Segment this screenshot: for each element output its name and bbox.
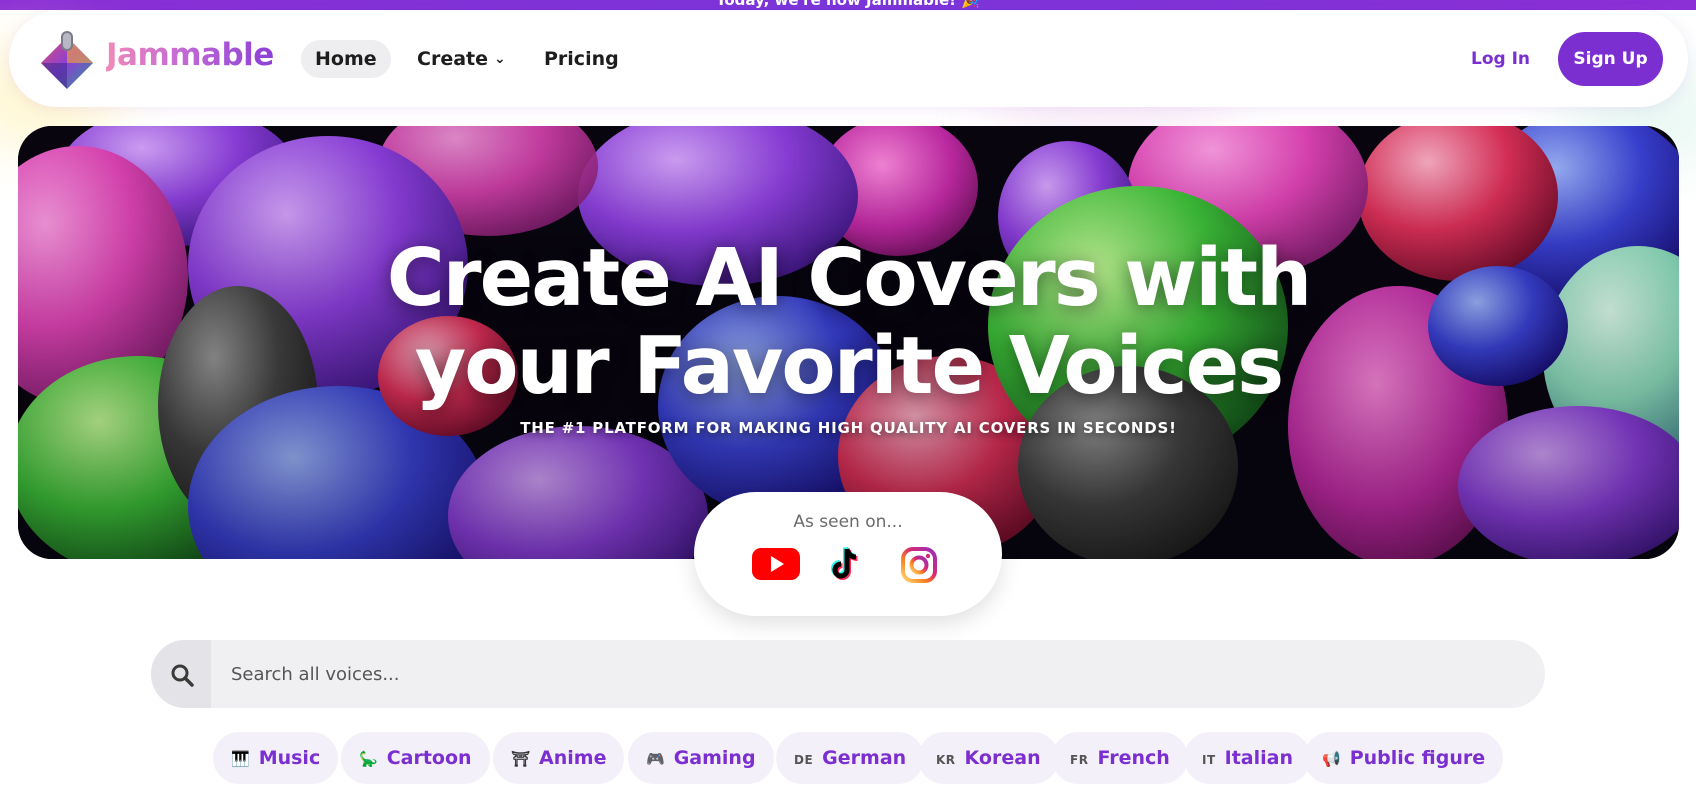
megaphone-icon: 📢 bbox=[1322, 750, 1341, 768]
hero-title: Create AI Covers with your Favorite Voic… bbox=[18, 234, 1679, 410]
hero-title-line2: your Favorite Voices bbox=[414, 320, 1284, 412]
chip-label: Korean bbox=[964, 747, 1041, 769]
chip-label: Public figure bbox=[1349, 747, 1486, 769]
as-seen-on-card: As seen on... bbox=[694, 492, 1002, 616]
chip-label: French bbox=[1097, 747, 1170, 769]
as-seen-on-label: As seen on... bbox=[793, 512, 903, 532]
nav-create-label: Create bbox=[417, 48, 488, 70]
chip-label: Anime bbox=[539, 747, 607, 769]
search-icon[interactable] bbox=[151, 640, 211, 708]
gamepad-icon: 🎮 bbox=[646, 750, 665, 768]
announcement-text: Today, we're now Jammable! 🎉 bbox=[716, 0, 980, 9]
chip-gaming[interactable]: 🎮 Gaming bbox=[628, 732, 774, 784]
chip-anime[interactable]: ⛩ Anime bbox=[493, 732, 625, 784]
chip-label: Gaming bbox=[673, 747, 756, 769]
chip-label: Music bbox=[258, 747, 321, 769]
flag-kr-icon: KR bbox=[936, 753, 956, 767]
piano-icon: 🎹 bbox=[231, 750, 250, 768]
chip-french[interactable]: FR French bbox=[1052, 732, 1188, 784]
flag-fr-icon: FR bbox=[1070, 753, 1089, 767]
chip-label: German bbox=[822, 747, 907, 769]
nav-home-label: Home bbox=[315, 48, 377, 70]
torii-gate-icon: ⛩ bbox=[511, 750, 531, 768]
nav-pricing-link[interactable]: Pricing bbox=[530, 40, 633, 78]
jammable-logo-icon[interactable] bbox=[35, 29, 99, 93]
flag-it-icon: IT bbox=[1202, 753, 1216, 767]
dinosaur-icon: 🦕 bbox=[359, 750, 378, 768]
login-link[interactable]: Log In bbox=[1471, 40, 1530, 78]
brand-name[interactable]: Jammable bbox=[106, 37, 274, 73]
chip-music[interactable]: 🎹 Music bbox=[213, 732, 339, 784]
top-navbar: Jammable Home Create ⌄ Pricing Log In Sig… bbox=[9, 11, 1688, 107]
chip-label: Cartoon bbox=[386, 747, 472, 769]
announcement-banner[interactable]: Today, we're now Jammable! 🎉 bbox=[0, 0, 1696, 10]
nav-create-dropdown[interactable]: Create ⌄ bbox=[403, 40, 520, 78]
chip-korean[interactable]: KR Korean bbox=[918, 732, 1059, 784]
voice-search-bar bbox=[151, 640, 1545, 708]
signup-button[interactable]: Sign Up bbox=[1558, 32, 1663, 86]
youtube-icon[interactable] bbox=[751, 546, 801, 582]
chip-german[interactable]: DE German bbox=[776, 732, 925, 784]
chip-public-figure[interactable]: 📢 Public figure bbox=[1304, 732, 1504, 784]
chip-italian[interactable]: IT Italian bbox=[1184, 732, 1312, 784]
chip-cartoon[interactable]: 🦕 Cartoon bbox=[341, 732, 490, 784]
hero-subtitle: THE #1 PLATFORM FOR MAKING HIGH QUALITY … bbox=[520, 419, 1177, 437]
flag-de-icon: DE bbox=[794, 753, 814, 767]
tiktok-icon[interactable] bbox=[826, 546, 864, 584]
chevron-down-icon: ⌄ bbox=[494, 51, 506, 67]
hero-title-line1: Create AI Covers with bbox=[386, 232, 1313, 324]
search-input[interactable] bbox=[211, 640, 1531, 708]
nav-home-link[interactable]: Home bbox=[301, 40, 391, 78]
nav-pricing-label: Pricing bbox=[544, 48, 619, 70]
chip-label: Italian bbox=[1224, 747, 1294, 769]
instagram-icon[interactable] bbox=[900, 546, 938, 584]
